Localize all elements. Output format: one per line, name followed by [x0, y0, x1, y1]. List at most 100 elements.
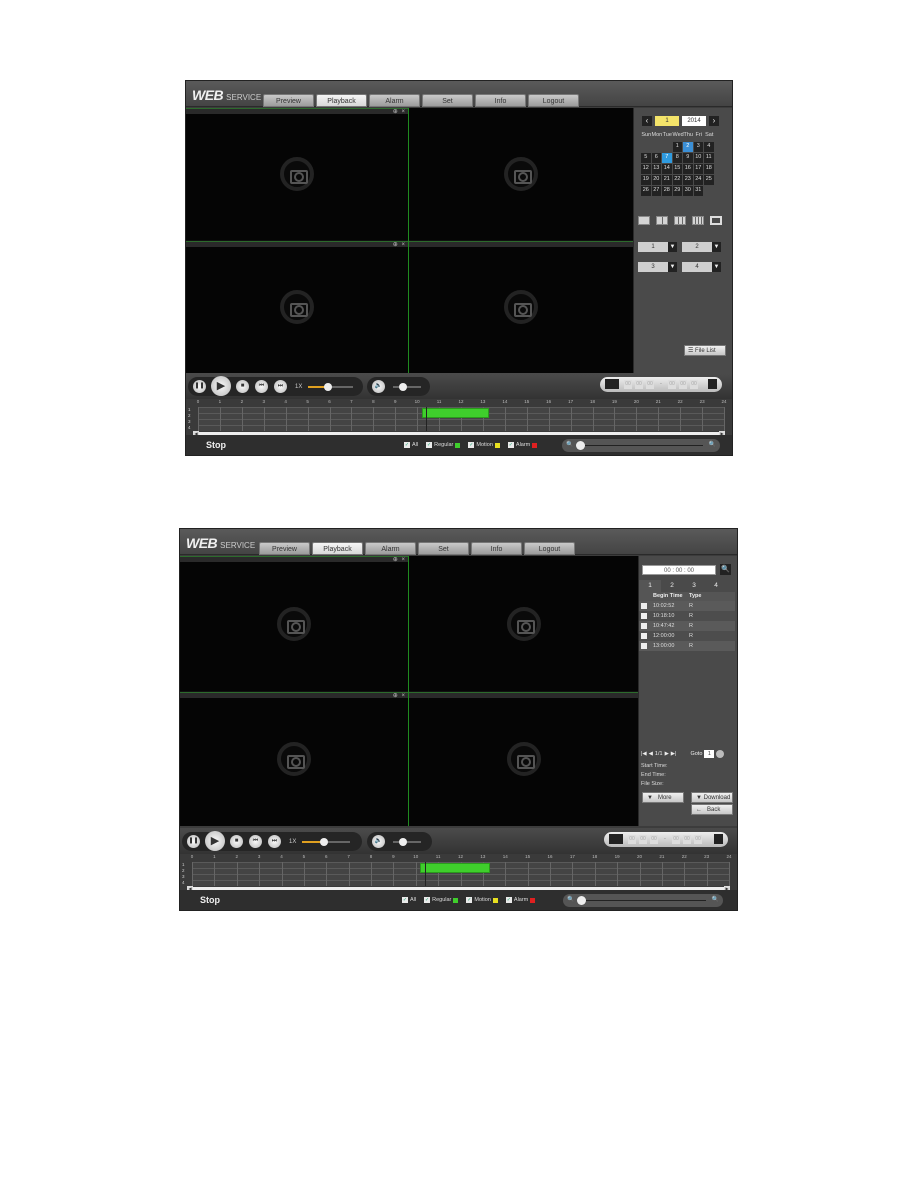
back-button[interactable]: ← Back — [691, 804, 733, 815]
video-pane[interactable] — [409, 108, 633, 240]
next-month-button[interactable]: › — [709, 116, 719, 126]
video-pane[interactable] — [409, 692, 638, 826]
pause-button[interactable]: ❚❚ — [193, 380, 206, 393]
speed-slider-thumb[interactable] — [324, 383, 333, 391]
file-row[interactable]: 10:02:52 R — [639, 601, 735, 611]
calendar-day[interactable]: 4 — [704, 142, 714, 152]
pane-controls[interactable]: ⊕ × — [393, 556, 406, 563]
prev-frame-button[interactable]: ⏮ — [249, 835, 262, 848]
video-pane[interactable]: ⊕ × — [186, 241, 408, 373]
checkbox-icon[interactable]: ✓ — [404, 442, 410, 448]
calendar-day[interactable]: 3 — [693, 142, 703, 152]
calendar-day[interactable]: 30 — [683, 186, 693, 196]
calendar-day[interactable]: 2 — [683, 142, 693, 152]
calendar-day[interactable]: 1 — [672, 142, 682, 152]
timeline-grid[interactable] — [198, 407, 725, 431]
volume-slider[interactable] — [393, 383, 421, 391]
video-pane[interactable]: ⊕ × — [180, 692, 408, 826]
calendar-day[interactable]: 18 — [704, 164, 714, 174]
tab-info[interactable]: Info — [475, 94, 526, 107]
checkbox-icon[interactable]: ✓ — [466, 897, 473, 903]
calendar-day[interactable]: 6 — [651, 153, 661, 163]
calendar-day[interactable]: 8 — [672, 153, 682, 163]
calendar-day[interactable]: 25 — [704, 175, 714, 185]
download-button[interactable]: ▼ Download — [691, 792, 733, 803]
tab-logout[interactable]: Logout — [528, 94, 579, 107]
layout-16-button[interactable] — [692, 216, 704, 225]
legend-all[interactable]: ✓ All — [404, 442, 418, 448]
stop-button[interactable]: ■ — [230, 835, 243, 848]
clip-icon[interactable] — [609, 834, 623, 844]
calendar-day[interactable]: 14 — [662, 164, 672, 174]
video-pane[interactable]: ⊕ × — [186, 108, 408, 240]
save-clip-icon[interactable] — [708, 379, 717, 389]
calendar-day[interactable]: 19 — [641, 175, 651, 185]
stop-button[interactable]: ■ — [236, 380, 249, 393]
zoom-out-icon[interactable]: 🔍 — [566, 441, 573, 448]
video-pane[interactable] — [409, 241, 633, 373]
goto-button[interactable] — [716, 750, 725, 758]
last-page-button[interactable]: ▶| — [671, 751, 677, 757]
calendar-day[interactable]: 17 — [693, 164, 703, 174]
zoom-in-icon[interactable]: 🔍 — [712, 896, 719, 903]
calendar-day[interactable]: 29 — [672, 186, 682, 196]
channel-select-2[interactable]: 2 ▼ — [682, 242, 721, 252]
file-row[interactable]: 10:47:42 R — [639, 621, 735, 631]
legend-regular[interactable]: ✓ Regular — [426, 442, 461, 448]
dropdown-icon[interactable]: ▼ — [712, 262, 721, 272]
calendar-day[interactable]: 28 — [662, 186, 672, 196]
checkbox-icon[interactable]: ✓ — [426, 442, 433, 448]
speed-slider-thumb[interactable] — [319, 838, 328, 846]
search-time-input[interactable]: 00 : 00 : 00 — [642, 564, 716, 575]
clip-icon[interactable] — [605, 379, 619, 389]
tab-alarm[interactable]: Alarm — [365, 542, 416, 555]
channel-select-3[interactable]: 3 ▼ — [638, 262, 677, 272]
file-row[interactable]: 12:00:00 R — [639, 631, 735, 641]
calendar-day[interactable]: 23 — [683, 175, 693, 185]
volume-icon[interactable]: 🔈 — [372, 835, 385, 848]
legend-alarm[interactable]: ✓ Alarm — [507, 442, 538, 448]
legend-all[interactable]: ✓ All — [402, 897, 416, 903]
file-checkbox[interactable] — [641, 613, 647, 619]
first-page-button[interactable]: |◀ — [641, 751, 647, 757]
volume-slider-thumb[interactable] — [398, 838, 407, 846]
calendar-day[interactable]: 31 — [693, 186, 703, 196]
legend-alarm[interactable]: ✓ Alarm — [505, 897, 536, 903]
layout-4-button[interactable] — [656, 216, 668, 225]
calendar-day[interactable]: 9 — [683, 153, 693, 163]
channel-select-4[interactable]: 4 ▼ — [682, 262, 721, 272]
file-checkbox[interactable] — [641, 643, 647, 649]
calendar-day[interactable]: 13 — [651, 164, 661, 174]
video-pane[interactable] — [409, 556, 638, 691]
volume-slider-thumb[interactable] — [398, 383, 407, 391]
tab-preview[interactable]: Preview — [259, 542, 310, 555]
zoom-out-icon[interactable]: 🔍 — [567, 896, 574, 903]
checkbox-icon[interactable]: ✓ — [424, 897, 431, 903]
calendar-day[interactable]: 10 — [693, 153, 703, 163]
file-checkbox[interactable] — [641, 633, 647, 639]
channel-tab-3[interactable]: 3 — [683, 580, 705, 592]
file-row[interactable]: 13:00:00 R — [639, 641, 735, 651]
volume-slider[interactable] — [393, 838, 421, 846]
legend-motion[interactable]: ✓ Motion — [466, 897, 498, 903]
channel-tab-4[interactable]: 4 — [705, 580, 727, 592]
speed-slider[interactable] — [308, 383, 353, 391]
pane-controls[interactable]: ⊕ × — [393, 108, 406, 115]
fullscreen-button[interactable] — [710, 216, 722, 225]
prev-page-button[interactable]: ◀ — [649, 751, 653, 757]
checkbox-icon[interactable]: ✓ — [507, 442, 514, 448]
calendar-day[interactable]: 24 — [693, 175, 703, 185]
tab-playback[interactable]: Playback — [316, 94, 367, 107]
checkbox-icon[interactable]: ✓ — [505, 897, 512, 903]
dropdown-icon[interactable]: ▼ — [712, 242, 721, 252]
zoom-in-icon[interactable]: 🔍 — [709, 441, 716, 448]
calendar-day[interactable]: 27 — [651, 186, 661, 196]
next-page-button[interactable]: ▶ — [665, 751, 669, 757]
record-segment[interactable] — [420, 863, 490, 873]
tab-playback[interactable]: Playback — [312, 542, 363, 555]
timeline-grid[interactable] — [192, 862, 730, 886]
file-list-button[interactable]: ☰ File List — [684, 345, 726, 356]
month-field[interactable]: 1 — [655, 116, 679, 126]
calendar-day[interactable]: 26 — [641, 186, 651, 196]
calendar-day[interactable]: 20 — [651, 175, 661, 185]
